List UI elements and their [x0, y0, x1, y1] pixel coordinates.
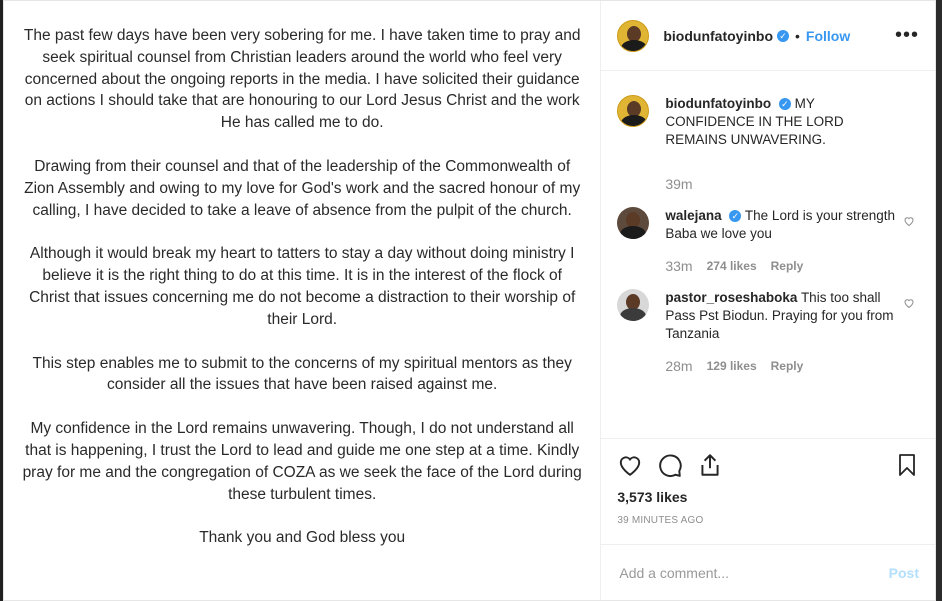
statement-paragraph: Although it would break my heart to tatt… — [29, 245, 576, 328]
like-comment-heart-icon[interactable] — [903, 297, 915, 309]
verified-badge-icon: ✓ — [777, 29, 790, 42]
add-comment-bar: Post — [601, 544, 935, 600]
reply-button[interactable]: Reply — [771, 257, 804, 275]
more-options-icon[interactable]: ••• — [895, 24, 919, 47]
heart-icon[interactable] — [617, 452, 643, 478]
post-modal: The past few days have been very soberin… — [3, 0, 936, 601]
avatar[interactable] — [617, 95, 650, 127]
verified-badge-icon: ✓ — [778, 98, 791, 110]
share-icon[interactable] — [697, 452, 723, 478]
avatar[interactable] — [617, 289, 650, 321]
backdrop-right — [936, 0, 942, 601]
statement-paragraph: Drawing from their counsel and that of t… — [24, 157, 581, 219]
comment-time[interactable]: 28m — [665, 357, 692, 375]
header-username[interactable]: biodunfatoyinbo — [663, 28, 773, 44]
comment-icon[interactable] — [657, 452, 683, 478]
comment-likes[interactable]: 274 likes — [707, 257, 757, 275]
separator: • — [795, 27, 800, 44]
comment-input[interactable] — [617, 563, 889, 582]
post-header: biodunfatoyinbo ✓ • Follow ••• — [601, 1, 935, 71]
reply-button[interactable]: Reply — [771, 357, 804, 375]
comment-username[interactable]: walejana — [665, 208, 721, 223]
comment-item: walejana ✓ The Lord is your strength Bab… — [617, 207, 919, 275]
avatar[interactable] — [617, 207, 650, 239]
like-comment-heart-icon[interactable] — [903, 215, 915, 227]
caption-username[interactable]: biodunfatoyinbo — [665, 96, 771, 111]
comment-item: pastor_roseshaboka This too shall Pass P… — [617, 289, 919, 375]
caption: biodunfatoyinbo ✓ MY CONFIDENCE IN THE L… — [617, 95, 919, 193]
post-button[interactable]: Post — [889, 565, 919, 581]
statement-paragraph: This step enables me to submit to the co… — [32, 354, 572, 394]
post-image: The past few days have been very soberin… — [4, 1, 602, 600]
post-actions: 3,573 likes 39 MINUTES AGO — [601, 438, 935, 544]
comments-list: biodunfatoyinbo ✓ MY CONFIDENCE IN THE L… — [601, 71, 935, 438]
statement-paragraph: Thank you and God bless you — [199, 529, 406, 547]
statement-paragraph: The past few days have been very soberin… — [23, 27, 581, 132]
like-count[interactable]: 3,573 likes — [617, 489, 919, 505]
statement-text: The past few days have been very soberin… — [22, 25, 582, 571]
avatar[interactable] — [617, 19, 650, 52]
comment-likes[interactable]: 129 likes — [707, 357, 757, 375]
bookmark-icon[interactable] — [895, 452, 919, 478]
post-timestamp[interactable]: 39 MINUTES AGO — [617, 515, 919, 526]
post-sidebar: biodunfatoyinbo ✓ • Follow ••• biodunfat… — [601, 1, 935, 600]
comment-username[interactable]: pastor_roseshaboka — [665, 290, 797, 305]
statement-paragraph: My confidence in the Lord remains unwave… — [22, 420, 582, 503]
caption-time[interactable]: 39m — [665, 175, 692, 193]
follow-button[interactable]: Follow — [806, 28, 850, 44]
verified-badge-icon: ✓ — [729, 210, 742, 222]
comment-time[interactable]: 33m — [665, 257, 692, 275]
